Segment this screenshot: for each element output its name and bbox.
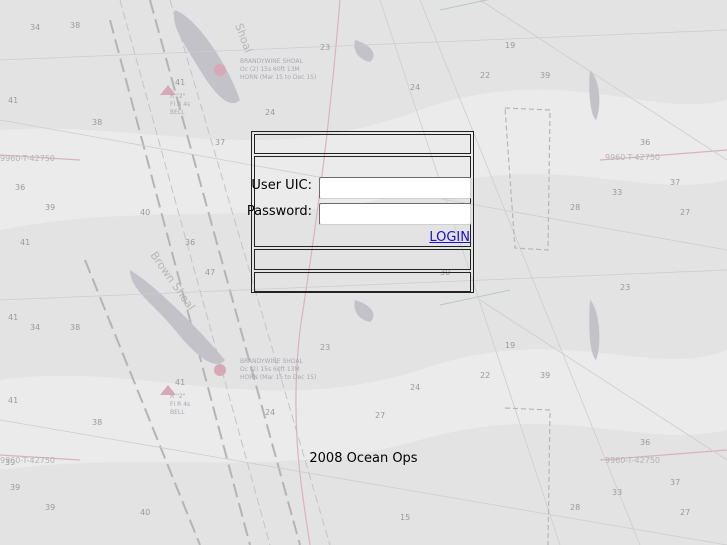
panel-header-row <box>254 134 471 154</box>
svg-text:37: 37 <box>215 138 225 147</box>
svg-text:FI R 4s: FI R 4s <box>170 401 190 408</box>
login-link[interactable]: LOGIN <box>429 230 470 245</box>
panel-footer-row <box>254 272 471 292</box>
svg-text:36: 36 <box>640 438 650 447</box>
svg-text:24: 24 <box>265 408 275 417</box>
user-uic-input[interactable] <box>319 177 471 199</box>
svg-text:23: 23 <box>320 343 330 352</box>
svg-text:39: 39 <box>45 203 55 212</box>
login-panel: User UIC: Password: LOGIN <box>247 131 474 293</box>
svg-text:38: 38 <box>70 21 80 30</box>
svg-text:24: 24 <box>410 383 420 392</box>
svg-text:FI R 4s: FI R 4s <box>170 101 190 108</box>
svg-text:Oc (2) 15s 60ft 13M: Oc (2) 15s 60ft 13M <box>240 66 300 73</box>
svg-text:27: 27 <box>680 508 690 517</box>
svg-text:R "2": R "2" <box>170 393 186 400</box>
svg-text:37: 37 <box>670 478 680 487</box>
svg-text:40: 40 <box>140 508 150 517</box>
svg-text:22: 22 <box>480 71 490 80</box>
svg-text:BRANDYWINE SHOAL: BRANDYWINE SHOAL <box>240 58 304 65</box>
svg-text:15: 15 <box>400 513 410 522</box>
svg-text:9960-T-42750: 9960-T-42750 <box>0 154 55 163</box>
svg-text:23: 23 <box>620 283 630 292</box>
svg-text:39: 39 <box>540 371 550 380</box>
svg-text:47: 47 <box>205 268 215 277</box>
user-uic-label: User UIC: <box>251 178 312 193</box>
svg-text:34: 34 <box>30 23 40 32</box>
svg-text:38: 38 <box>70 323 80 332</box>
svg-text:28: 28 <box>570 503 580 512</box>
svg-text:24: 24 <box>410 83 420 92</box>
panel-message-row <box>254 249 471 270</box>
svg-text:39: 39 <box>540 71 550 80</box>
svg-text:27: 27 <box>375 411 385 420</box>
svg-text:27: 27 <box>680 208 690 217</box>
svg-text:Oc (2) 15s 60ft 13M: Oc (2) 15s 60ft 13M <box>240 366 300 373</box>
svg-text:41: 41 <box>175 378 185 387</box>
svg-text:39: 39 <box>10 483 20 492</box>
svg-text:36: 36 <box>185 238 195 247</box>
svg-text:BELL: BELL <box>170 409 185 416</box>
svg-text:41: 41 <box>8 396 18 405</box>
svg-text:41: 41 <box>20 238 30 247</box>
svg-text:28: 28 <box>570 203 580 212</box>
svg-text:39: 39 <box>45 503 55 512</box>
svg-text:BRANDYWINE SHOAL: BRANDYWINE SHOAL <box>240 358 304 365</box>
svg-text:36: 36 <box>640 138 650 147</box>
svg-text:19: 19 <box>505 341 515 350</box>
login-form: User UIC: Password: LOGIN <box>247 156 471 247</box>
svg-text:33: 33 <box>612 488 622 497</box>
svg-text:40: 40 <box>140 208 150 217</box>
svg-text:36: 36 <box>15 183 25 192</box>
copyright-footer: 2008 Ocean Ops <box>309 451 418 466</box>
svg-text:41: 41 <box>8 96 18 105</box>
svg-text:19: 19 <box>505 41 515 50</box>
svg-text:41: 41 <box>175 78 185 87</box>
svg-text:38: 38 <box>92 418 102 427</box>
svg-text:33: 33 <box>612 188 622 197</box>
svg-text:34: 34 <box>30 323 40 332</box>
svg-text:38: 38 <box>92 118 102 127</box>
svg-text:41: 41 <box>8 313 18 322</box>
svg-text:23: 23 <box>320 43 330 52</box>
svg-text:HORN (Mar 15 to Dec 15): HORN (Mar 15 to Dec 15) <box>240 74 316 81</box>
svg-text:24: 24 <box>265 108 275 117</box>
svg-text:BELL: BELL <box>170 109 185 116</box>
password-label: Password: <box>246 204 312 219</box>
svg-text:HORN (Mar 15 to Dec 15): HORN (Mar 15 to Dec 15) <box>240 374 316 381</box>
svg-text:37: 37 <box>670 178 680 187</box>
svg-text:R "2": R "2" <box>170 93 186 100</box>
password-input[interactable] <box>319 203 471 225</box>
svg-text:22: 22 <box>480 371 490 380</box>
svg-text:9960-T-42750: 9960-T-42750 <box>605 153 660 162</box>
